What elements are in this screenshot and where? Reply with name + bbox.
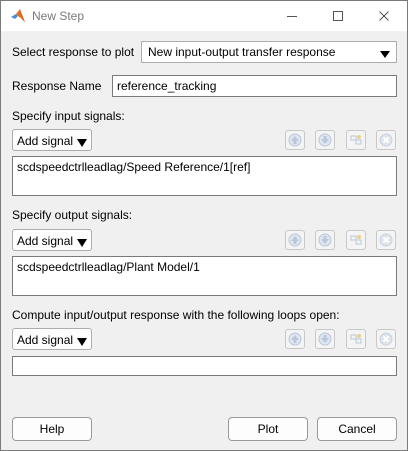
matlab-logo-icon bbox=[10, 8, 26, 24]
caret-down-icon bbox=[77, 136, 87, 150]
loop-openings-label: Compute input/output response with the f… bbox=[12, 308, 340, 322]
minimize-button[interactable] bbox=[269, 1, 315, 31]
delete-opening-button[interactable] bbox=[376, 329, 396, 349]
response-type-value: New input-output transfer response bbox=[148, 45, 336, 59]
delete-input-button[interactable] bbox=[376, 130, 396, 150]
highlight-output-button[interactable] bbox=[346, 230, 366, 250]
arrow-down-icon bbox=[318, 133, 332, 147]
list-item[interactable]: scdspeedctrlleadlag/Plant Model/1 bbox=[17, 260, 200, 274]
response-type-dropdown[interactable]: New input-output transfer response bbox=[141, 41, 397, 63]
highlight-opening-button[interactable] bbox=[346, 329, 366, 349]
new-step-dialog: New Step Select response to plot New inp… bbox=[0, 0, 408, 451]
arrow-down-icon bbox=[318, 233, 332, 247]
loop-openings-list[interactable] bbox=[12, 356, 397, 376]
move-up-opening-button[interactable] bbox=[285, 329, 305, 349]
add-input-signal-label: Add signal bbox=[17, 134, 74, 148]
caret-down-icon bbox=[77, 236, 87, 250]
cancel-button[interactable]: Cancel bbox=[317, 417, 397, 441]
help-button[interactable]: Help bbox=[12, 417, 92, 441]
close-icon bbox=[379, 11, 389, 21]
maximize-icon bbox=[333, 11, 343, 21]
maximize-button[interactable] bbox=[315, 1, 361, 31]
add-output-signal-label: Add signal bbox=[17, 234, 74, 248]
arrow-up-icon bbox=[288, 332, 302, 346]
move-up-output-button[interactable] bbox=[285, 230, 305, 250]
response-name-field[interactable] bbox=[112, 75, 397, 97]
move-down-input-button[interactable] bbox=[315, 130, 335, 150]
delete-icon bbox=[379, 233, 393, 247]
output-signals-list[interactable]: scdspeedctrlleadlag/Plant Model/1 bbox=[12, 256, 397, 296]
highlight-input-button[interactable] bbox=[346, 130, 366, 150]
response-name-label: Response Name bbox=[12, 79, 102, 93]
signal-highlight-icon bbox=[350, 235, 362, 245]
minimize-icon bbox=[287, 16, 297, 17]
window-title: New Step bbox=[32, 9, 85, 23]
move-down-opening-button[interactable] bbox=[315, 329, 335, 349]
input-signals-list[interactable]: scdspeedctrlleadlag/Speed Reference/1[re… bbox=[12, 156, 397, 196]
arrow-up-icon bbox=[288, 233, 302, 247]
chevron-down-icon bbox=[380, 48, 390, 62]
title-bar: New Step bbox=[1, 1, 407, 31]
add-input-signal-button[interactable]: Add signal bbox=[12, 129, 92, 151]
output-signals-label: Specify output signals: bbox=[12, 208, 133, 222]
arrow-down-icon bbox=[318, 332, 332, 346]
move-up-input-button[interactable] bbox=[285, 130, 305, 150]
arrow-up-icon bbox=[288, 133, 302, 147]
input-signals-label: Specify input signals: bbox=[12, 109, 125, 123]
delete-output-button[interactable] bbox=[376, 230, 396, 250]
add-output-signal-button[interactable]: Add signal bbox=[12, 229, 92, 251]
signal-highlight-icon bbox=[350, 135, 362, 145]
response-select-label: Select response to plot bbox=[12, 45, 135, 59]
delete-icon bbox=[379, 332, 393, 346]
close-button[interactable] bbox=[361, 1, 407, 31]
list-item[interactable]: scdspeedctrlleadlag/Speed Reference/1[re… bbox=[17, 160, 250, 174]
move-down-output-button[interactable] bbox=[315, 230, 335, 250]
caret-down-icon bbox=[77, 335, 87, 349]
signal-highlight-icon bbox=[350, 334, 362, 344]
plot-button[interactable]: Plot bbox=[228, 417, 308, 441]
delete-icon bbox=[379, 133, 393, 147]
add-opening-signal-button[interactable]: Add signal bbox=[12, 328, 92, 350]
add-opening-signal-label: Add signal bbox=[17, 333, 74, 347]
